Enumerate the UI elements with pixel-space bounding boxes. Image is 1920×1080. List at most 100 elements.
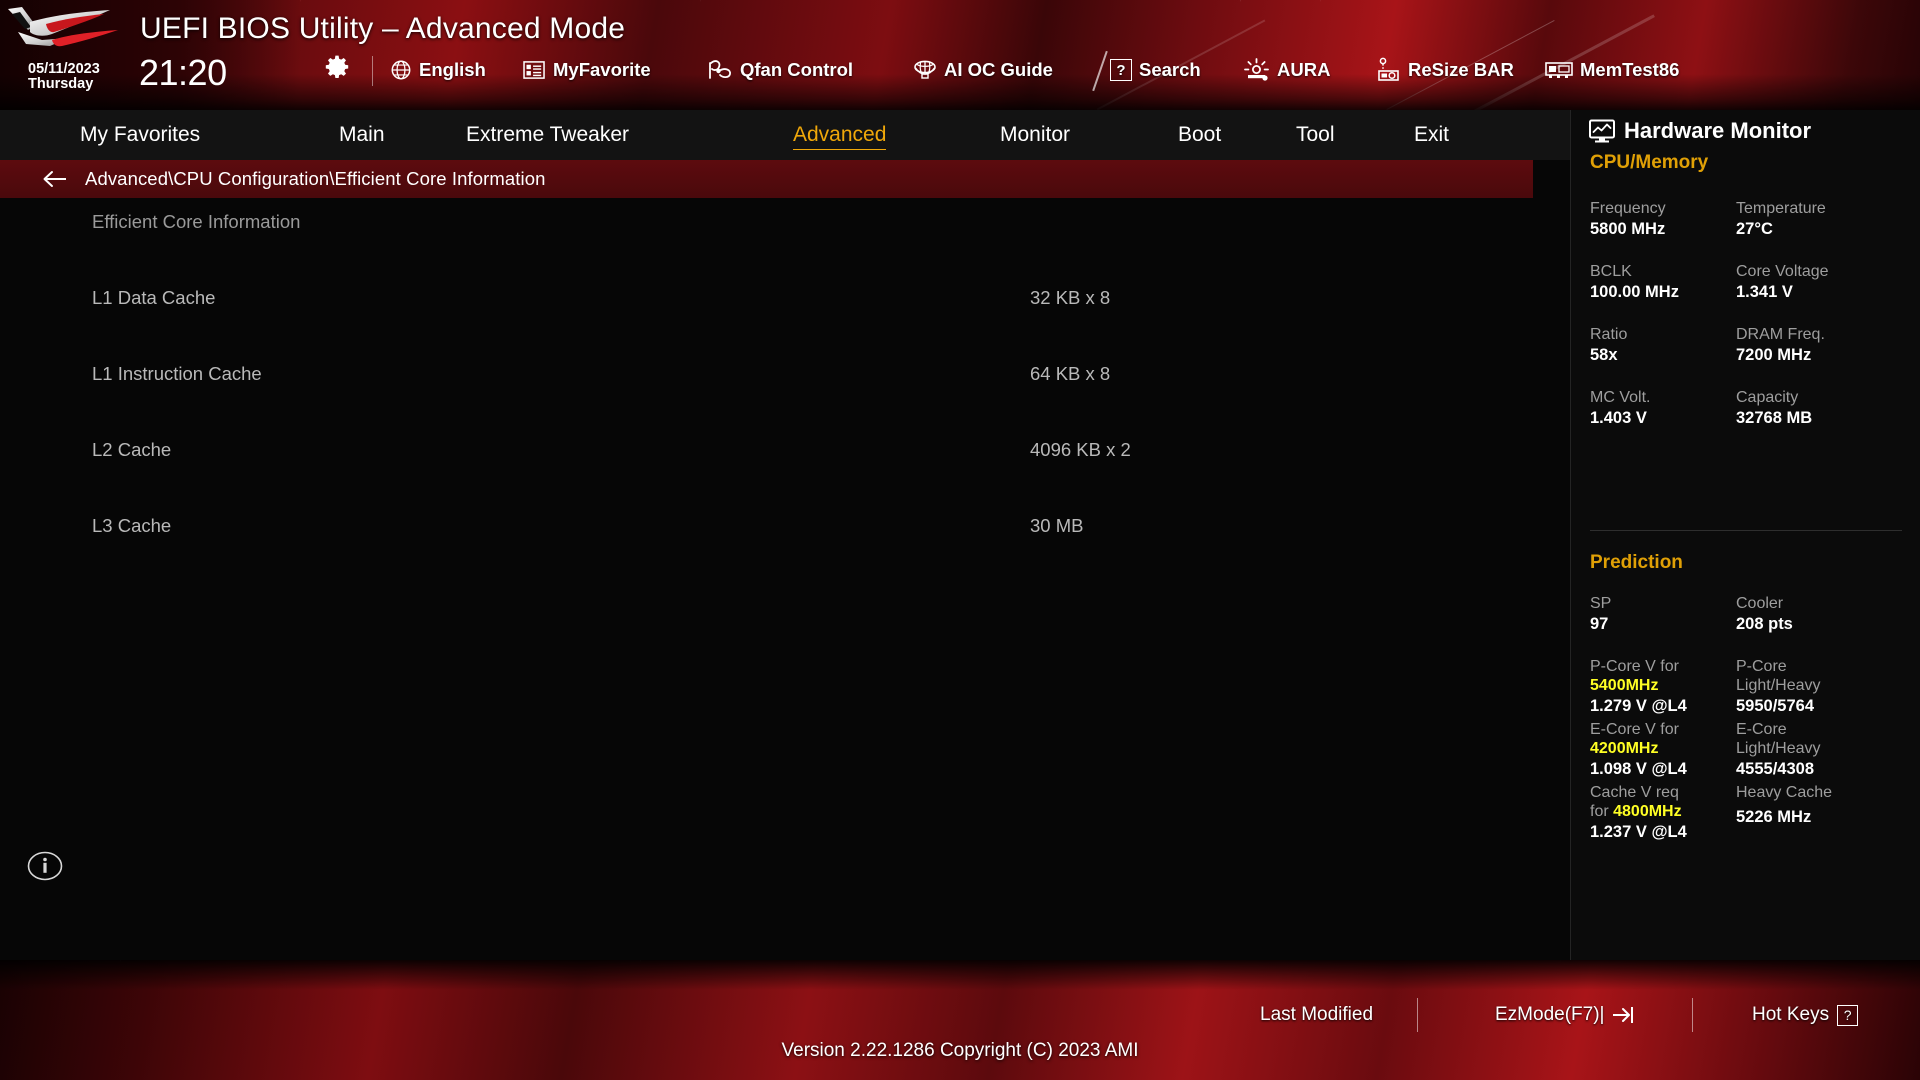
metric-key: Light/Heavy (1736, 676, 1821, 694)
gear-icon[interactable] (325, 54, 349, 78)
metric-ecore-voltage: E-Core V for 4200MHz 1.098 V @L4 (1590, 721, 1742, 779)
metric-pcore-voltage: P-Core V for 5400MHz 1.279 V @L4 (1590, 658, 1742, 716)
metric-sp: SP 97 (1590, 595, 1742, 634)
metric-dram-freq: DRAM Freq. 7200 MHz (1736, 326, 1888, 365)
section-header: Efficient Core Information (0, 206, 1570, 244)
metric-value: 4555/4308 (1736, 759, 1814, 778)
tab-label: Tool (1296, 123, 1335, 146)
row-label: L2 Cache (92, 439, 172, 460)
tab-main[interactable]: Main (339, 110, 385, 160)
tab-exit[interactable]: Exit (1414, 110, 1449, 160)
toolbar-label: MemTest86 (1580, 59, 1680, 80)
footer-separator (1417, 998, 1418, 1032)
section-cpu-memory-title: CPU/Memory (1590, 152, 1709, 173)
toolbar-label: Qfan Control (740, 59, 854, 80)
tab-extreme-tweaker[interactable]: Extreme Tweaker (466, 110, 629, 160)
metric-capacity: Capacity 32768 MB (1736, 389, 1888, 428)
clock-value: 21:20 (139, 52, 227, 93)
toolbar-label: ReSize BAR (1408, 59, 1514, 80)
brain-icon (914, 60, 936, 79)
back-arrow-icon[interactable] (42, 170, 68, 188)
metric-bclk: BCLK 100.00 MHz (1590, 263, 1742, 302)
tab-label: Boot (1178, 123, 1222, 146)
metric-value: 32768 MB (1736, 408, 1813, 427)
toolbar-label: AI OC Guide (944, 59, 1053, 80)
table-row[interactable]: L3 Cache 30 MB (0, 510, 1570, 548)
metric-key: Cache V req (1590, 784, 1679, 801)
info-circle-icon[interactable] (27, 848, 63, 884)
metric-frequency: Frequency 5800 MHz (1590, 200, 1742, 239)
metric-key: P-Core (1736, 658, 1787, 675)
fan-icon (709, 60, 731, 79)
tab-my-favorites[interactable]: My Favorites (80, 110, 200, 160)
tab-monitor[interactable]: Monitor (1000, 110, 1070, 160)
hot-keys-button[interactable]: Hot Keys ? (1752, 1000, 1859, 1030)
toolbar-item-resize-bar[interactable]: ReSize BAR (1375, 55, 1514, 85)
breadcrumb[interactable]: Advanced\CPU Configuration\Efficient Cor… (0, 160, 1533, 198)
metric-value: 97 (1590, 614, 1609, 633)
metric-key: SP (1590, 595, 1612, 612)
toolbar-item-search[interactable]: ? Search (1110, 55, 1201, 85)
row-value: 64 KB x 8 (1030, 363, 1111, 384)
metric-key: MC Volt. (1590, 389, 1651, 406)
date-value: 05/11/2023 (28, 61, 100, 77)
metric-value: 1.098 V @L4 (1590, 759, 1687, 778)
table-row[interactable]: L1 Data Cache 32 KB x 8 (0, 282, 1570, 320)
last-modified-button[interactable]: Last Modified (1260, 1000, 1373, 1030)
toolbar-item-qfan-control[interactable]: Qfan Control (707, 55, 853, 85)
metric-key-highlight: 4200MHz (1590, 739, 1659, 757)
toolbar-item-ai-oc-guide[interactable]: AI OC Guide (913, 55, 1053, 85)
metric-pcore-light-heavy: P-Core Light/Heavy 5950/5764 (1736, 658, 1888, 716)
exit-arrow-icon (1613, 1007, 1634, 1023)
row-label: L1 Instruction Cache (92, 363, 262, 384)
sidebar-title-label: Hardware Monitor (1624, 118, 1812, 143)
tab-label: Advanced (793, 123, 887, 146)
metric-key: P-Core V for (1590, 658, 1679, 675)
main-menu-bar: My Favorites Main Extreme Tweaker Advanc… (0, 110, 1570, 160)
table-row[interactable]: L1 Instruction Cache 64 KB x 8 (0, 358, 1570, 396)
metric-value: 27°C (1736, 219, 1773, 238)
metric-heavy-cache: Heavy Cache 5226 MHz (1736, 784, 1888, 827)
metric-cooler: Cooler 208 pts (1736, 595, 1888, 634)
globe-icon (391, 60, 411, 80)
hot-keys-label: Hot Keys (1752, 1004, 1830, 1025)
list-icon (523, 61, 545, 79)
tab-boot[interactable]: Boot (1178, 110, 1221, 160)
metric-key: Heavy Cache (1736, 784, 1833, 801)
metric-core-voltage: Core Voltage 1.341 V (1736, 263, 1888, 302)
metric-value: 1.341 V (1736, 282, 1793, 301)
version-text: Version 2.22.1286 Copyright (C) 2023 AMI (781, 1040, 1139, 1061)
question-box-icon: ? (1110, 59, 1132, 81)
metric-key: Cooler (1736, 595, 1784, 612)
metric-value: 100.00 MHz (1590, 282, 1679, 301)
rog-logo-icon (8, 7, 118, 47)
metric-mc-volt: MC Volt. 1.403 V (1590, 389, 1742, 428)
metric-value: 1.403 V (1590, 408, 1647, 427)
metric-value: 5950/5764 (1736, 696, 1814, 715)
metric-temperature: Temperature 27°C (1736, 200, 1888, 239)
toolbar-item-aura[interactable]: AURA (1244, 55, 1330, 85)
ezmode-button[interactable]: EzMode(F7)| (1495, 1000, 1636, 1030)
tab-tool[interactable]: Tool (1296, 110, 1335, 160)
metric-ecore-light-heavy: E-Core Light/Heavy 4555/4308 (1736, 721, 1888, 779)
top-banner: UEFI BIOS Utility – Advanced Mode 05/11/… (0, 0, 1920, 110)
metric-ratio: Ratio 58x (1590, 326, 1742, 365)
metric-key: Temperature (1736, 200, 1826, 217)
main-content: Advanced\CPU Configuration\Efficient Cor… (0, 160, 1570, 983)
toolbar-item-memtest86[interactable]: MemTest86 (1545, 55, 1679, 85)
table-row[interactable]: L2 Cache 4096 KB x 2 (0, 434, 1570, 472)
section-title: Efficient Core Information (92, 211, 301, 232)
tab-label: My Favorites (80, 123, 201, 146)
metric-cache-voltage: Cache V req for 4800MHz 1.237 V @L4 (1590, 784, 1742, 842)
tab-label: Monitor (1000, 123, 1071, 146)
metric-key: BCLK (1590, 263, 1632, 280)
toolbar-item-myfavorite[interactable]: MyFavorite (523, 55, 651, 85)
monitor-graph-icon (1589, 119, 1615, 143)
tab-advanced[interactable]: Advanced (793, 110, 887, 160)
sidebar-divider (1590, 530, 1902, 531)
settings-list: Efficient Core Information L1 Data Cache… (0, 198, 1570, 536)
metric-value: 7200 MHz (1736, 345, 1812, 364)
metric-value: 208 pts (1736, 614, 1793, 633)
toolbar-item-english[interactable]: English (390, 55, 486, 85)
metric-key: Core Voltage (1736, 263, 1829, 280)
